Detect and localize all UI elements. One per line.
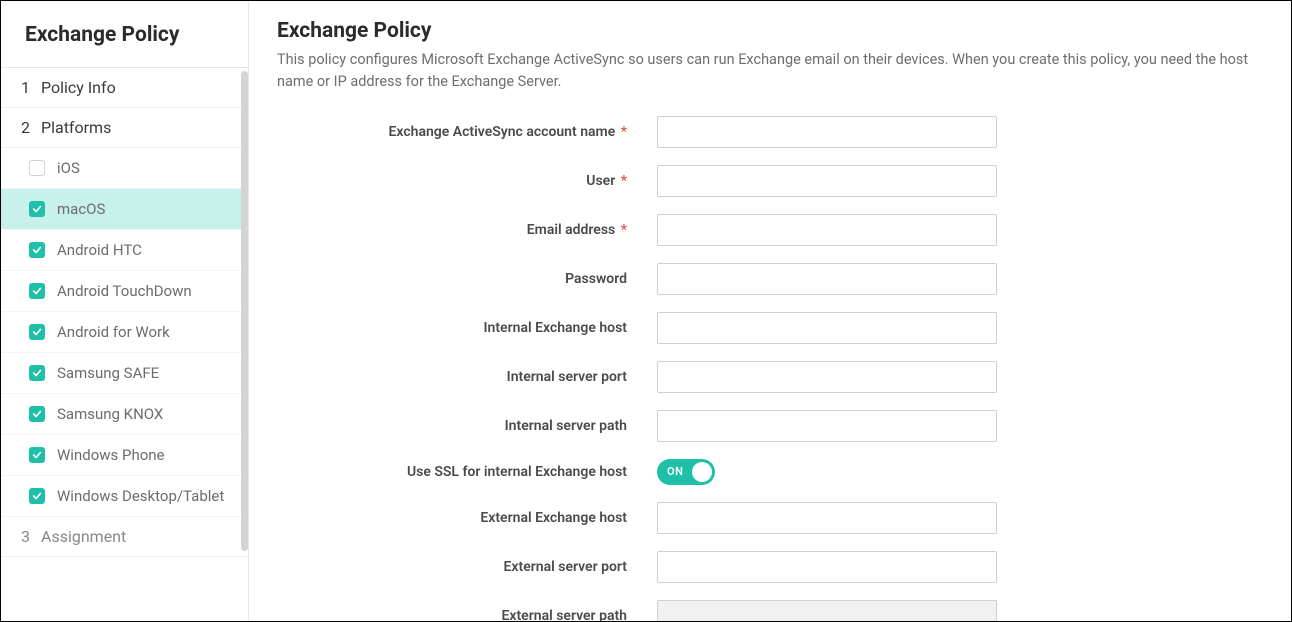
sidebar-title: Exchange Policy — [25, 23, 224, 47]
platform-item-android-touchdown[interactable]: Android TouchDown — [1, 271, 248, 312]
input-external-port[interactable] — [657, 551, 997, 583]
platform-item-macos[interactable]: macOS — [1, 189, 248, 230]
input-account-name[interactable] — [657, 116, 997, 148]
row-ssl-internal: Use SSL for internal Exchange host ON — [277, 459, 1257, 485]
input-external-host[interactable] — [657, 502, 997, 534]
label-user: User * — [277, 173, 657, 189]
checkbox-checked-icon[interactable] — [29, 201, 45, 217]
label-internal-path: Internal server path — [277, 418, 657, 434]
checkbox-checked-icon[interactable] — [29, 406, 45, 422]
label-internal-host: Internal Exchange host — [277, 320, 657, 336]
step-number: 3 — [21, 527, 33, 546]
platform-label: Windows Phone — [57, 446, 165, 464]
checkbox-checked-icon[interactable] — [29, 242, 45, 258]
input-internal-port[interactable] — [657, 361, 997, 393]
platform-item-ios[interactable]: iOS — [1, 148, 248, 189]
row-internal-path: Internal server path — [277, 410, 1257, 442]
app-layout: Exchange Policy 1 Policy Info 2 Platform… — [1, 1, 1291, 621]
row-external-port: External server port — [277, 551, 1257, 583]
platform-item-windows-phone[interactable]: Windows Phone — [1, 435, 248, 476]
row-user: User * — [277, 165, 1257, 197]
sidebar-scroll[interactable]: 1 Policy Info 2 Platforms iOS macOS — [1, 68, 248, 621]
row-external-host: External Exchange host — [277, 502, 1257, 534]
platform-list: iOS macOS Android HTC — [1, 148, 248, 517]
sidebar-header: Exchange Policy — [1, 1, 248, 68]
platform-item-android-for-work[interactable]: Android for Work — [1, 312, 248, 353]
platform-label: iOS — [57, 159, 80, 177]
platform-item-android-htc[interactable]: Android HTC — [1, 230, 248, 271]
input-internal-path[interactable] — [657, 410, 997, 442]
checkbox-checked-icon[interactable] — [29, 447, 45, 463]
row-external-path: External server path — [277, 600, 1257, 621]
row-password: Password — [277, 263, 1257, 295]
required-indicator: * — [617, 173, 627, 189]
toggle-ssl-internal[interactable]: ON — [657, 459, 715, 485]
input-email[interactable] — [657, 214, 997, 246]
step-number: 1 — [21, 78, 33, 97]
platform-label: macOS — [57, 200, 105, 218]
page-title: Exchange Policy — [277, 19, 1257, 43]
label-account-name: Exchange ActiveSync account name * — [277, 124, 657, 140]
required-indicator: * — [617, 124, 627, 140]
step-policy-info[interactable]: 1 Policy Info — [1, 68, 248, 108]
step-platforms[interactable]: 2 Platforms — [1, 108, 248, 148]
label-internal-port: Internal server port — [277, 369, 657, 385]
row-email: Email address * — [277, 214, 1257, 246]
required-indicator: * — [617, 222, 627, 238]
row-account-name: Exchange ActiveSync account name * — [277, 116, 1257, 148]
main-content: Exchange Policy This policy configures M… — [249, 1, 1291, 621]
checkbox-unchecked-icon[interactable] — [29, 160, 45, 176]
checkbox-checked-icon[interactable] — [29, 283, 45, 299]
row-internal-port: Internal server port — [277, 361, 1257, 393]
label-external-port: External server port — [277, 559, 657, 575]
step-number: 2 — [21, 118, 33, 137]
platform-label: Samsung KNOX — [57, 405, 163, 423]
toggle-knob — [692, 462, 712, 482]
platform-item-samsung-safe[interactable]: Samsung SAFE — [1, 353, 248, 394]
checkbox-checked-icon[interactable] — [29, 365, 45, 381]
label-password: Password — [277, 271, 657, 287]
row-internal-host: Internal Exchange host — [277, 312, 1257, 344]
platform-label: Android for Work — [57, 323, 170, 341]
platform-item-windows-desktop-tablet[interactable]: Windows Desktop/Tablet — [1, 476, 248, 517]
checkbox-checked-icon[interactable] — [29, 324, 45, 340]
platform-label: Samsung SAFE — [57, 364, 159, 382]
step-assignment[interactable]: 3 Assignment — [1, 517, 248, 557]
step-label: Platforms — [41, 118, 111, 137]
sidebar: Exchange Policy 1 Policy Info 2 Platform… — [1, 1, 249, 621]
input-internal-host[interactable] — [657, 312, 997, 344]
input-password[interactable] — [657, 263, 997, 295]
checkbox-checked-icon[interactable] — [29, 488, 45, 504]
label-external-host: External Exchange host — [277, 510, 657, 526]
platform-label: Windows Desktop/Tablet — [57, 487, 224, 505]
toggle-on-label: ON — [667, 465, 683, 478]
sidebar-scrollbar[interactable] — [241, 71, 248, 551]
input-external-path[interactable] — [657, 600, 997, 621]
step-label: Policy Info — [41, 78, 116, 97]
platform-label: Android HTC — [57, 241, 142, 259]
step-label: Assignment — [41, 527, 126, 546]
label-email: Email address * — [277, 222, 657, 238]
page-description: This policy configures Microsoft Exchang… — [277, 49, 1257, 94]
input-user[interactable] — [657, 165, 997, 197]
platform-item-samsung-knox[interactable]: Samsung KNOX — [1, 394, 248, 435]
platform-label: Android TouchDown — [57, 282, 192, 300]
label-external-path: External server path — [277, 608, 657, 621]
label-ssl-internal: Use SSL for internal Exchange host — [277, 464, 657, 480]
